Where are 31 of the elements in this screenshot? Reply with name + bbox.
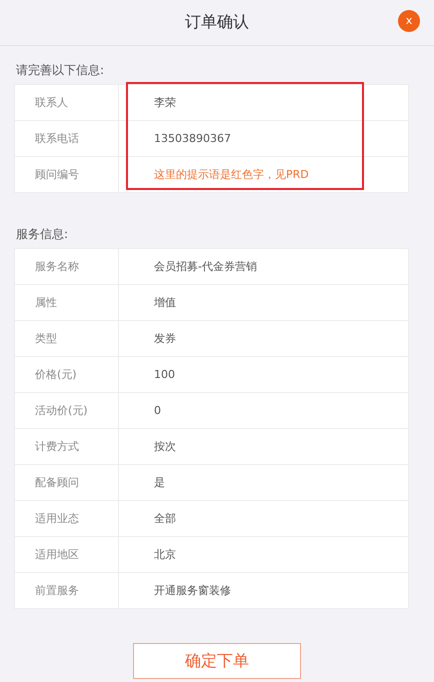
field-value: 按次	[153, 439, 176, 454]
field-value: 100	[153, 368, 175, 381]
field-label: 属性	[15, 285, 119, 320]
field-label: 活动价(元)	[15, 393, 119, 428]
field-value: 开通服务窗装修	[153, 583, 231, 598]
close-button[interactable]: x	[398, 10, 420, 32]
field-label: 适用业态	[15, 501, 119, 536]
hint-text: 这里的提示语是红色字，见PRD	[153, 167, 309, 182]
field-label: 计费方式	[15, 429, 119, 464]
field-value: 是	[153, 475, 165, 490]
field-value: 发券	[153, 331, 176, 346]
field-value: 0	[153, 404, 161, 417]
field-value: 会员招募-代金券营销	[153, 259, 257, 274]
page-title: 订单确认	[185, 12, 249, 33]
field-label: 服务名称	[15, 249, 119, 284]
field-label: 联系电话	[15, 121, 119, 156]
section-label: 请完善以下信息:	[16, 63, 106, 77]
field-value: 13503890367	[153, 132, 231, 145]
field-label: 前置服务	[15, 573, 119, 608]
field-label: 配备顾问	[15, 465, 119, 500]
field-label: 联系人	[15, 85, 119, 120]
field-label: 顾问编号	[15, 157, 119, 192]
field-label: 适用地区	[15, 537, 119, 572]
field-label: 类型	[15, 321, 119, 356]
field-value: 北京	[153, 547, 176, 562]
field-label: 价格(元)	[15, 357, 119, 392]
section-label: 服务信息:	[16, 227, 70, 241]
field-value: 增值	[153, 295, 176, 310]
field-value: 全部	[153, 511, 176, 526]
field-value: 李荣	[153, 95, 176, 110]
submit-order-button[interactable]: 确定下单	[133, 643, 301, 679]
